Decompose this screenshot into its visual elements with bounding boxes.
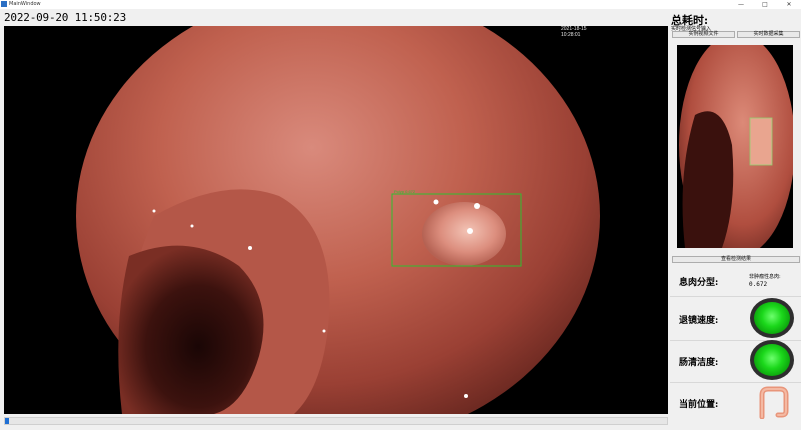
- colon-path: [759, 386, 789, 419]
- polyp-class-score: 0.672: [749, 281, 768, 288]
- view-result-button[interactable]: 查看检测结果: [672, 256, 800, 263]
- realtime-capture-button[interactable]: 实时数据采集: [737, 31, 800, 38]
- glare: [190, 224, 194, 228]
- detection-label: Polyp 0.672: [394, 189, 416, 194]
- video-progress-bar[interactable]: [4, 417, 668, 425]
- endoscopy-frame: Polyp 0.672: [76, 26, 600, 414]
- polyp: [422, 202, 506, 266]
- withdrawal-speed-label: 退镜速度:: [679, 316, 719, 326]
- detection-thumbnail: [677, 45, 793, 248]
- glare: [248, 246, 252, 250]
- polyp-class-label: 息肉分型:: [679, 278, 719, 288]
- maximize-button[interactable]: □: [753, 0, 777, 9]
- divider: [670, 382, 801, 383]
- divider: [670, 340, 801, 341]
- thumbnail-frame: [679, 45, 793, 248]
- withdrawal-speed-indicator: [750, 298, 794, 338]
- title-bar: MainWindow — □ ✕: [0, 0, 801, 9]
- endoscopy-video-view: Polyp 0.672 2021-18-15 10:28:01: [4, 26, 668, 414]
- video-progress-fill: [5, 418, 9, 424]
- thumbnail-polyp: [749, 117, 773, 166]
- glare: [152, 209, 156, 213]
- app-icon: [1, 1, 7, 7]
- video-timestamp-time: 10:28:01: [561, 32, 581, 38]
- polyp-class-name: 非肿瘤性息肉:: [749, 274, 781, 280]
- glare: [464, 394, 468, 398]
- divider: [670, 296, 801, 297]
- glare: [474, 203, 480, 209]
- bowel-prep-indicator: [750, 340, 794, 380]
- glare: [433, 199, 439, 205]
- window-title: MainWindow: [9, 1, 41, 7]
- video-timestamp: 2021-18-15 10:28:01: [561, 26, 587, 38]
- minimize-button[interactable]: —: [729, 0, 753, 9]
- colon-icon: [759, 386, 789, 419]
- close-button[interactable]: ✕: [777, 0, 801, 9]
- glare: [322, 329, 326, 333]
- datetime-display: 2022-09-20 11:50:23: [4, 11, 127, 24]
- video-file-button[interactable]: 实例视频文件: [672, 31, 735, 38]
- current-position-label: 当前位置:: [679, 400, 719, 410]
- bowel-prep-label: 肠清洁度:: [679, 358, 719, 368]
- lumen: [118, 245, 264, 414]
- glare: [467, 228, 473, 234]
